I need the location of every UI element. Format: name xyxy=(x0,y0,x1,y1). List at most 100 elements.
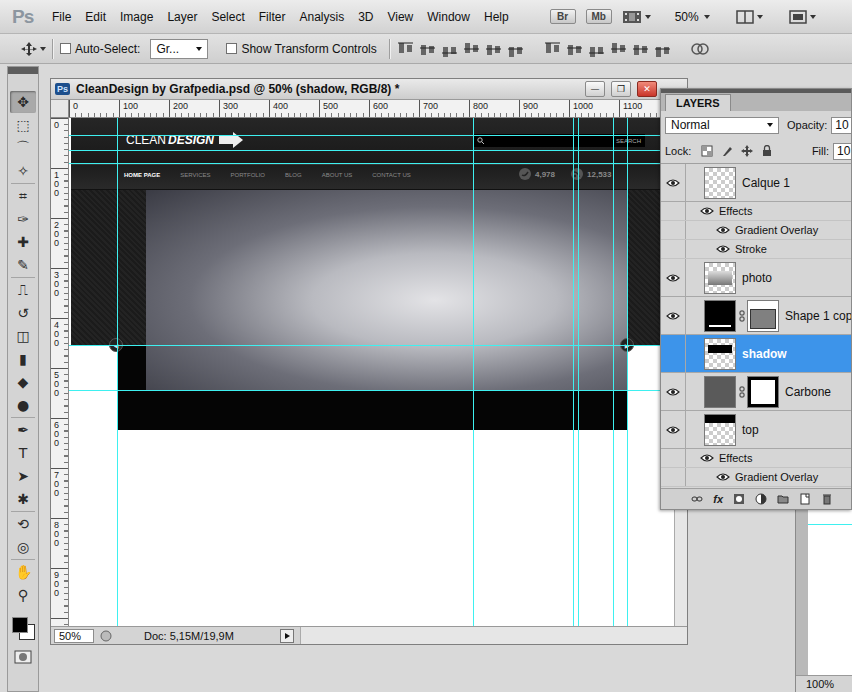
tool-button[interactable]: ✎ xyxy=(10,254,36,276)
tool-button[interactable]: ✱ xyxy=(10,488,36,510)
status-menu-button[interactable] xyxy=(280,629,294,643)
align-left-icon[interactable] xyxy=(463,41,480,57)
foreground-color-swatch[interactable] xyxy=(12,617,28,633)
tool-button[interactable]: ✒ xyxy=(10,419,36,441)
distribute-left-icon[interactable] xyxy=(610,41,627,57)
effect-row[interactable]: Gradient Overlay xyxy=(661,221,851,240)
menu-item[interactable]: Window xyxy=(420,10,477,24)
distribute-center-icon[interactable] xyxy=(632,41,649,57)
tool-button[interactable]: ✑ xyxy=(10,208,36,230)
tool-button[interactable]: ⌒ xyxy=(10,137,36,159)
align-middle-icon[interactable] xyxy=(419,41,436,57)
distribute-top-icon[interactable] xyxy=(544,41,561,57)
visibility-toggle[interactable] xyxy=(661,373,686,410)
layer-row[interactable]: Carbone xyxy=(661,373,851,411)
zoom-field[interactable]: 50% xyxy=(54,629,94,643)
effect-visibility-toggle[interactable] xyxy=(716,225,730,235)
menu-item[interactable]: Select xyxy=(204,10,251,24)
layers-tab[interactable]: LAYERS xyxy=(665,94,731,111)
auto-align-layers-icon[interactable] xyxy=(691,41,709,57)
tool-button[interactable]: ✚ xyxy=(10,231,36,253)
menu-item[interactable]: Filter xyxy=(252,10,293,24)
trash-icon[interactable] xyxy=(821,493,833,505)
link-layers-icon[interactable] xyxy=(691,493,703,505)
bridge-button[interactable]: Br xyxy=(550,9,576,24)
visibility-toggle[interactable] xyxy=(661,297,686,334)
canvas[interactable]: CLEANDESIGNSEARCHHOME PAGESERVICESPORTFO… xyxy=(69,118,674,626)
menu-item[interactable]: View xyxy=(380,10,420,24)
extras-menu[interactable] xyxy=(622,10,651,24)
align-top-icon[interactable] xyxy=(397,41,414,57)
folder-icon[interactable] xyxy=(777,493,789,505)
new-layer-icon[interactable] xyxy=(799,493,811,505)
lock-position-icon[interactable] xyxy=(741,145,753,157)
arrange-documents-menu[interactable] xyxy=(736,10,763,24)
lock-transparent-pixels-icon[interactable] xyxy=(701,145,713,157)
effect-row[interactable]: Stroke xyxy=(661,240,851,259)
tool-preset-picker[interactable] xyxy=(20,41,46,57)
lock-image-pixels-icon[interactable] xyxy=(721,145,733,157)
tool-button[interactable]: ➤ xyxy=(10,465,36,487)
adjustment-layer-icon[interactable] xyxy=(755,493,767,505)
opacity-field[interactable]: 10 xyxy=(831,117,852,134)
zoom-level-menu[interactable]: 50% xyxy=(675,10,710,24)
menu-item[interactable]: File xyxy=(45,10,78,24)
mini-bridge-button[interactable]: Mb xyxy=(586,9,612,24)
tool-button[interactable]: ✋ xyxy=(10,561,36,583)
layer-row[interactable]: Calque 1 xyxy=(661,164,851,202)
tool-button[interactable]: T xyxy=(10,442,36,464)
vertical-scrollbar[interactable] xyxy=(796,510,808,675)
blend-mode-dropdown[interactable]: Normal xyxy=(665,117,779,134)
auto-select-checkbox[interactable]: Auto-Select: xyxy=(60,42,140,56)
tool-button[interactable]: ✥ xyxy=(10,91,36,113)
distribute-bottom-icon[interactable] xyxy=(588,41,605,57)
layer-style-button[interactable]: fx xyxy=(713,493,723,505)
menu-item[interactable]: Image xyxy=(113,10,160,24)
align-right-icon[interactable] xyxy=(507,41,524,57)
tool-button[interactable]: ↺ xyxy=(10,302,36,324)
lock-all-icon[interactable] xyxy=(761,145,773,157)
tool-button[interactable]: ⬚ xyxy=(10,114,36,136)
effect-visibility-toggle[interactable] xyxy=(716,244,730,254)
horizontal-scrollbar[interactable] xyxy=(300,627,687,644)
effect-row[interactable]: Gradient Overlay xyxy=(661,468,851,487)
tool-button[interactable]: ⟲ xyxy=(10,513,36,535)
menu-item[interactable]: Layer xyxy=(160,10,204,24)
visibility-toggle[interactable] xyxy=(661,259,686,296)
layer-row[interactable]: photo xyxy=(661,259,851,297)
menu-item[interactable]: Help xyxy=(477,10,516,24)
menu-item[interactable]: 3D xyxy=(351,10,380,24)
minimize-button[interactable]: — xyxy=(585,81,605,97)
layer-row[interactable]: top xyxy=(661,411,851,449)
screen-mode-menu[interactable] xyxy=(789,10,816,24)
show-transform-controls-checkbox[interactable]: Show Transform Controls xyxy=(226,42,376,56)
tool-button[interactable]: ◫ xyxy=(10,325,36,347)
tool-button[interactable]: ● xyxy=(10,394,36,416)
visibility-toggle[interactable] xyxy=(661,411,686,448)
auto-select-target-dropdown[interactable]: Gr... xyxy=(150,39,208,59)
distribute-right-icon[interactable] xyxy=(654,41,671,57)
distribute-middle-icon[interactable] xyxy=(566,41,583,57)
tool-button[interactable]: ▮ xyxy=(10,348,36,370)
tool-button[interactable]: ⚲ xyxy=(10,584,36,606)
tool-button[interactable]: ◆ xyxy=(10,371,36,393)
align-center-icon[interactable] xyxy=(485,41,502,57)
visibility-toggle[interactable] xyxy=(661,335,686,372)
layer-row[interactable]: shadow xyxy=(661,335,851,373)
menu-item[interactable]: Edit xyxy=(78,10,113,24)
close-button[interactable]: ✕ xyxy=(637,81,657,97)
effect-visibility-toggle[interactable] xyxy=(716,472,730,482)
tool-button[interactable]: ⎍ xyxy=(10,279,36,301)
color-swatches[interactable] xyxy=(9,612,37,642)
add-mask-icon[interactable] xyxy=(733,493,745,505)
quick-mask-icon[interactable] xyxy=(14,650,32,664)
layer-row[interactable]: Shape 1 copy xyxy=(661,297,851,335)
fill-field[interactable]: 10 xyxy=(833,143,852,160)
tool-button[interactable]: ⌗ xyxy=(10,185,36,207)
align-bottom-icon[interactable] xyxy=(441,41,458,57)
menu-item[interactable]: Analysis xyxy=(292,10,351,24)
restore-button[interactable]: ❐ xyxy=(611,81,631,97)
tool-button[interactable]: ✧ xyxy=(10,160,36,182)
visibility-toggle[interactable] xyxy=(661,164,686,201)
tool-button[interactable]: ◎ xyxy=(10,536,36,558)
